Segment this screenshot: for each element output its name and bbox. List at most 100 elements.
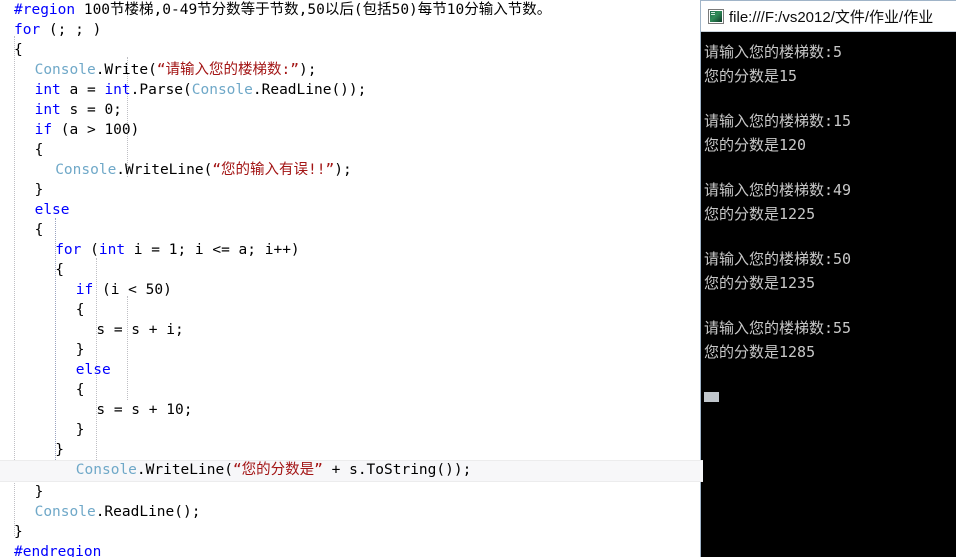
code-token-punc: { xyxy=(75,382,85,398)
code-token-punc: } xyxy=(14,524,23,540)
code-line[interactable]: Console.WriteLine(“您的输入有误!!”); xyxy=(0,160,703,180)
code-token-punc: .ReadLine(); xyxy=(95,504,201,520)
code-token-punc: ); xyxy=(334,162,352,178)
code-token-punc: .Write( xyxy=(95,62,157,78)
code-token-str: “您的输入有误!!” xyxy=(212,162,335,178)
code-token-punc: a = xyxy=(60,82,105,98)
code-line[interactable]: int s = 0; xyxy=(0,100,703,120)
code-token-pre: #endregion xyxy=(14,544,102,557)
code-editor-pane[interactable]: #region 100节楼梯,0-49节分数等于节数,50以后(包括50)每节1… xyxy=(0,0,703,557)
code-token-kw: int xyxy=(34,82,61,98)
console-prompt-line: 请输入您的楼梯数:5 xyxy=(704,43,843,61)
console-output-area[interactable]: 请输入您的楼梯数:5 您的分数是15 请输入您的楼梯数:15 您的分数是120 请输入您… xyxy=(703,32,956,557)
code-token-cls: Console xyxy=(34,504,96,520)
console-result-line: 您的分数是15 xyxy=(704,67,798,85)
console-prompt-line: 请输入您的楼梯数:15 xyxy=(704,112,852,130)
code-token-kw: else xyxy=(75,362,111,378)
code-line[interactable]: { xyxy=(0,140,703,160)
code-token-str: “请输入您的楼梯数:” xyxy=(156,62,300,78)
console-title-bar[interactable]: file:///F:/vs2012/文件/作业/作业 xyxy=(701,1,956,32)
code-text-area[interactable]: #region 100节楼梯,0-49节分数等于节数,50以后(包括50)每节1… xyxy=(0,0,703,557)
code-line[interactable]: } xyxy=(0,340,703,360)
console-result-line: 您的分数是1285 xyxy=(704,343,816,361)
code-line[interactable]: } xyxy=(0,180,703,200)
code-line[interactable]: s = s + 10; xyxy=(0,400,703,420)
code-token-punc: .Parse( xyxy=(130,82,192,98)
console-text-cursor xyxy=(704,392,719,402)
code-line[interactable]: Console.WriteLine(“您的分数是” + s.ToString()… xyxy=(0,460,703,482)
code-token-punc: } xyxy=(34,484,44,500)
code-line[interactable]: s = s + i; xyxy=(0,320,703,340)
console-prompt-line: 请输入您的楼梯数:50 xyxy=(704,250,852,268)
code-line[interactable]: { xyxy=(0,260,703,280)
code-token-punc: } xyxy=(34,182,44,198)
code-token-kw: else xyxy=(34,202,70,218)
code-token-punc: .WriteLine( xyxy=(116,162,213,178)
code-line[interactable]: Console.ReadLine(); xyxy=(0,502,703,522)
code-token-cls: Console xyxy=(55,162,117,178)
code-token-punc: (a > 100) xyxy=(52,122,140,138)
code-token-punc: { xyxy=(34,222,44,238)
code-token-str: “您的分数是” xyxy=(232,462,323,478)
code-token-pre: #region xyxy=(14,2,76,18)
code-token-punc: s = s + i; xyxy=(96,322,184,338)
code-token-punc: { xyxy=(34,142,44,158)
code-line[interactable]: #endregion xyxy=(0,542,703,557)
code-line[interactable]: if (i < 50) xyxy=(0,280,703,300)
code-token-punc: ( xyxy=(81,242,99,258)
code-line[interactable]: { xyxy=(0,380,703,400)
code-token-kw: int xyxy=(34,102,61,118)
code-token-punc: s = s + 10; xyxy=(96,402,193,418)
code-token-kw: for xyxy=(14,22,41,38)
code-token-punc: { xyxy=(75,302,85,318)
code-line[interactable]: int a = int.Parse(Console.ReadLine()); xyxy=(0,80,703,100)
code-line[interactable]: for (; ; ) xyxy=(0,20,703,40)
console-result-line: 您的分数是1225 xyxy=(704,205,816,223)
code-line[interactable]: { xyxy=(0,40,703,60)
code-line[interactable]: { xyxy=(0,300,703,320)
code-token-kw: int xyxy=(104,82,131,98)
code-line[interactable]: else xyxy=(0,360,703,380)
code-token-punc: } xyxy=(55,442,64,458)
console-result-line: 您的分数是120 xyxy=(704,136,807,154)
code-token-cls: Console xyxy=(75,462,137,478)
code-line[interactable]: Console.Write(“请输入您的楼梯数:”); xyxy=(0,60,703,80)
code-line[interactable]: if (a > 100) xyxy=(0,120,703,140)
code-line[interactable]: } xyxy=(0,522,703,542)
code-token-kw: if xyxy=(75,282,94,298)
console-prompt-line: 请输入您的楼梯数:49 xyxy=(704,181,852,199)
code-token-punc: { xyxy=(55,262,64,278)
code-token-punc: { xyxy=(14,42,23,58)
code-token-punc: } xyxy=(75,342,85,358)
code-line[interactable]: else xyxy=(0,200,703,220)
code-token-punc: .ReadLine()); xyxy=(252,82,367,98)
code-line[interactable]: } xyxy=(0,420,703,440)
code-token-cls: Console xyxy=(191,82,253,98)
code-line[interactable]: } xyxy=(0,482,703,502)
code-token-punc: + s.ToString()); xyxy=(322,462,472,478)
code-token-punc: ); xyxy=(299,62,317,78)
code-token-punc: (; ; ) xyxy=(40,22,102,38)
console-result-line: 您的分数是1235 xyxy=(704,274,816,292)
code-token-kw: for xyxy=(55,242,82,258)
code-token-punc: i = 1; i <= a; i++) xyxy=(125,242,300,258)
code-line[interactable]: for (int i = 1; i <= a; i++) xyxy=(0,240,703,260)
console-window[interactable]: file:///F:/vs2012/文件/作业/作业 请输入您的楼梯数:5 您的分… xyxy=(700,0,956,557)
code-line[interactable]: #region 100节楼梯,0-49节分数等于节数,50以后(包括50)每节1… xyxy=(0,0,703,20)
code-line[interactable]: { xyxy=(0,220,703,240)
code-token-punc: .WriteLine( xyxy=(136,462,233,478)
code-token-punc: 100节楼梯,0-49节分数等于节数,50以后(包括50)每节10分输入节数。 xyxy=(75,2,552,18)
code-token-kw: int xyxy=(98,242,126,258)
code-token-punc: } xyxy=(75,422,85,438)
code-token-punc: (i < 50) xyxy=(93,282,172,298)
code-token-punc: s = 0; xyxy=(60,102,122,118)
console-title-text: file:///F:/vs2012/文件/作业/作业 xyxy=(729,8,934,26)
console-prompt-line: 请输入您的楼梯数:55 xyxy=(704,319,852,337)
code-line[interactable]: } xyxy=(0,440,703,460)
code-token-cls: Console xyxy=(34,62,96,78)
